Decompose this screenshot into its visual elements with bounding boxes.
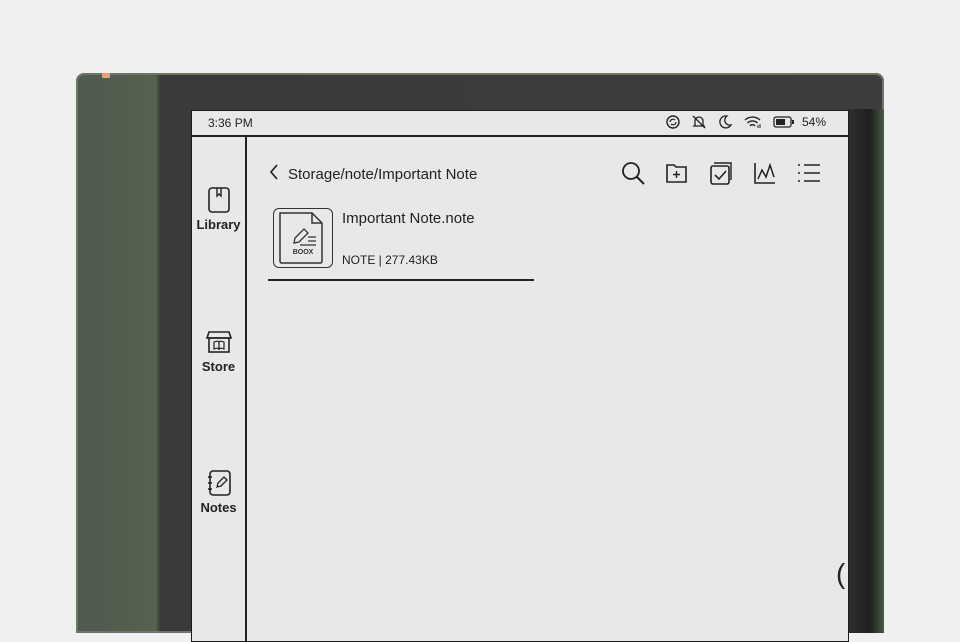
wifi-icon[interactable] — [743, 114, 763, 130]
search-icon — [622, 162, 645, 185]
stats-icon — [754, 162, 775, 184]
file-list-item[interactable]: BOOX Important Note.note NOTE | 277.43KB — [268, 205, 534, 281]
search-button[interactable] — [619, 159, 647, 187]
file-meta: NOTE | 277.43KB — [342, 253, 438, 267]
battery-percent: 54% — [801, 115, 826, 129]
select-button[interactable] — [707, 159, 735, 187]
status-time: 3:36 PM — [208, 116, 253, 130]
new-folder-icon — [666, 164, 687, 183]
file-thumbnail: BOOX — [273, 208, 333, 268]
breadcrumb-path: Storage/note/Important Note — [288, 165, 478, 183]
breadcrumb[interactable]: Storage/note/Important Note — [268, 163, 477, 185]
sidebar-item-store[interactable]: Store — [192, 328, 245, 374]
notebook-icon — [192, 469, 245, 497]
file-name: Important Note.note — [342, 210, 475, 227]
device-edge — [848, 109, 884, 633]
book-icon — [192, 186, 245, 214]
sidebar: Library Store Notes — [192, 137, 247, 641]
stylus-edge: ( — [836, 558, 846, 589]
sidebar-item-notes[interactable]: Notes — [192, 469, 245, 515]
moon-icon[interactable] — [717, 114, 733, 130]
list-view-icon — [798, 164, 820, 182]
sidebar-item-label: Library — [196, 217, 241, 232]
new-folder-button[interactable] — [663, 159, 691, 187]
status-icons: 54% — [665, 114, 826, 130]
sidebar-item-label: Store — [201, 359, 236, 374]
note-file-icon: BOOX — [279, 212, 323, 264]
ereader-device: 3:36 PM 54% Library Store Notes Storage/… — [76, 73, 884, 642]
thumb-label: BOOX — [293, 249, 314, 256]
battery-icon[interactable] — [773, 116, 795, 128]
sidebar-item-label: Notes — [200, 500, 237, 515]
status-bar: 3:36 PM 54% — [192, 111, 848, 137]
toolbar — [619, 159, 823, 187]
select-icon — [710, 162, 732, 185]
list-view-button[interactable] — [795, 159, 823, 187]
sidebar-item-library[interactable]: Library — [192, 186, 245, 232]
bell-off-icon[interactable] — [691, 114, 707, 130]
store-icon — [192, 328, 245, 356]
sync-icon[interactable] — [665, 114, 681, 130]
stats-button[interactable] — [751, 159, 779, 187]
back-chevron-icon[interactable] — [268, 163, 280, 185]
device-power-button — [102, 73, 110, 78]
screen: 3:36 PM 54% Library Store Notes Storage/… — [191, 110, 849, 642]
